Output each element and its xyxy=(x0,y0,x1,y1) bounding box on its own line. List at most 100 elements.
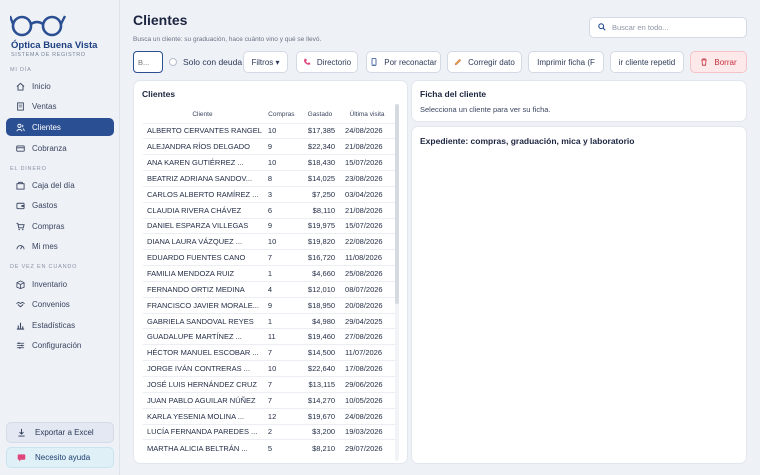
table-row[interactable]: FERNANDO ORTIZ MEDINA 4 $12,010 08/07/2026 xyxy=(143,280,395,298)
page-subtitle: Busca un cliente: su graduación, hace cu… xyxy=(133,36,322,43)
sidebar-item-label: Clientes xyxy=(32,122,61,132)
cell-gastado: $3,200 xyxy=(300,423,340,440)
clients-panel: Clientes Cliente Compras Gastado Última … xyxy=(133,80,408,464)
clients-panel-title: Clientes xyxy=(142,89,176,99)
cell-ultima-visita: 11/07/2026 xyxy=(339,344,395,361)
cell-compras: 9 xyxy=(261,217,301,234)
print-card-button[interactable]: Imprimir ficha (F xyxy=(528,51,604,73)
cell-cliente: MARTHA ALICIA BELTRÁN ... xyxy=(143,439,262,456)
table-row[interactable]: EDUARDO FUENTES CANO 7 $16,720 11/08/2026 xyxy=(143,249,395,266)
clients-scrollbar-thumb[interactable] xyxy=(395,104,399,304)
table-row[interactable]: GUADALUPE MARTÍNEZ ... 11 $19,460 27/08/202… xyxy=(143,328,395,345)
table-row[interactable]: FRANCISCO JAVIER MORALE... 9 $18,950 20/08/… xyxy=(143,296,395,314)
table-row[interactable]: MARTHA ALICIA BELTRÁN ... 5 $8,210 29/07/20… xyxy=(143,439,395,456)
fix-data-button[interactable]: Corregir dato xyxy=(447,51,522,73)
cell-cliente: FERNANDO ORTIZ MEDINA xyxy=(143,280,262,298)
cell-compras: 5 xyxy=(261,439,301,456)
trash-icon xyxy=(700,58,708,66)
sidebar-item-compras[interactable]: Compras xyxy=(6,217,114,235)
cell-ultima-visita: 15/07/2026 xyxy=(339,154,395,171)
pencil-icon xyxy=(454,58,462,66)
table-row[interactable]: HÉCTOR MANUEL ESCOBAR ... 7 $14,500 11/07/2… xyxy=(143,344,395,361)
cell-ultima-visita: 22/08/2026 xyxy=(339,233,395,250)
cell-compras: 6 xyxy=(261,201,301,219)
cell-cliente: JORGE IVÁN CONTRERAS ... xyxy=(143,360,262,377)
cell-compras: 7 xyxy=(261,376,301,393)
cell-cliente: GABRIELA SANDOVAL REYES xyxy=(143,312,262,329)
sidebar-item-gastos[interactable]: Gastos xyxy=(6,196,114,214)
export-excel-label: Exportar a Excel xyxy=(35,428,94,437)
cell-compras: 2 xyxy=(261,423,301,440)
table-row[interactable]: LUCÍA FERNANDA PAREDES ... 2 $3,200 19/03/2… xyxy=(143,423,395,440)
cell-gastado: $18,950 xyxy=(300,296,340,314)
table-row[interactable]: JORGE IVÁN CONTRERAS ... 10 $22,640 17/08/2… xyxy=(143,360,395,377)
only-debt-toggle[interactable]: Solo con deuda xyxy=(169,57,242,67)
column-header-cliente[interactable]: Cliente xyxy=(143,107,262,123)
table-row[interactable]: DANIEL ESPARZA VILLEGAS 9 $19,975 15/07/202… xyxy=(143,217,395,234)
table-row[interactable]: ANA KAREN GUTIÉRREZ ... 10 $18,430 15/07/20… xyxy=(143,154,395,171)
cell-gastado: $22,340 xyxy=(300,138,340,155)
cell-compras: 10 xyxy=(261,154,301,171)
gauge-icon xyxy=(15,241,25,251)
section-de-vez-en-cuando: DE VEZ EN CUANDO xyxy=(10,264,78,270)
recontact-button[interactable]: Por reconactar xyxy=(366,51,441,73)
sidebar-item-configuracion[interactable]: Configuración xyxy=(6,336,114,354)
sidebar-item-inicio[interactable]: Inicio xyxy=(6,77,114,95)
phone-icon xyxy=(303,58,311,66)
directory-button[interactable]: Directorio xyxy=(296,51,358,73)
cash-box-icon xyxy=(15,180,25,190)
table-row[interactable]: GABRIELA SANDOVAL REYES 1 $4,980 29/04/2025 xyxy=(143,312,395,329)
table-row[interactable]: BEATRIZ ADRIANA SANDOV... 8 $14,025 23/08/2… xyxy=(143,170,395,187)
column-header-ultima-visita[interactable]: Última visita xyxy=(339,107,395,123)
sidebar-item-ventas[interactable]: Ventas xyxy=(6,97,114,115)
merge-repeated-button[interactable]: ir cliente repetid xyxy=(610,51,684,73)
table-row[interactable]: DIANA LAURA VÁZQUEZ ... 10 $19,820 22/08/20… xyxy=(143,233,395,250)
cell-ultima-visita: 29/06/2026 xyxy=(339,376,395,393)
table-header-row: Cliente Compras Gastado Última visita xyxy=(143,107,395,123)
client-search-input[interactable] xyxy=(133,51,163,73)
sidebar-item-clientes[interactable]: Clientes xyxy=(6,118,114,136)
table-row[interactable]: JUAN PABLO AGUILAR NÚÑEZ 7 $14,270 10/05/20… xyxy=(143,391,395,409)
delete-button[interactable]: Borrar xyxy=(690,51,747,73)
table-row[interactable]: JOSÉ LUIS HERNÁNDEZ CRUZ 7 $13,115 29/06/20… xyxy=(143,376,395,393)
only-debt-label: Solo con deuda xyxy=(183,57,243,67)
sidebar-item-cobranza[interactable]: Cobranza xyxy=(6,139,114,157)
cell-gastado: $13,115 xyxy=(300,376,340,393)
page-title: Clientes xyxy=(133,12,188,28)
table-row[interactable]: ALBERTO CERVANTES RANGEL 10 $17,385 24/08/2… xyxy=(143,122,395,139)
table-row[interactable]: KARLA YESENIA MOLINA ... 12 $19,670 24/08/2… xyxy=(143,407,395,425)
sidebar-item-mi-mes[interactable]: Mi mes xyxy=(6,237,114,255)
cell-gastado: $4,980 xyxy=(300,312,340,329)
filters-button[interactable]: Filtros ▾ xyxy=(243,51,288,73)
only-debt-checkbox[interactable] xyxy=(169,58,177,66)
column-header-gastado[interactable]: Gastado xyxy=(301,107,339,123)
cell-cliente: JUAN PABLO AGUILAR NÚÑEZ xyxy=(143,391,262,409)
table-row[interactable]: CARLOS ALBERTO RAMÍREZ ... 3 $7,250 03/04/2… xyxy=(143,185,395,203)
export-excel-button[interactable]: Exportar a Excel xyxy=(6,422,114,443)
table-row[interactable]: ALEJANDRA RÍOS DELGADO 9 $22,340 21/08/2026 xyxy=(143,138,395,155)
cell-ultima-visita: 24/08/2026 xyxy=(339,122,395,139)
sidebar-item-convenios[interactable]: Convenios xyxy=(6,295,114,313)
cell-cliente: DANIEL ESPARZA VILLEGAS xyxy=(143,217,262,234)
cell-gastado: $16,720 xyxy=(300,249,340,266)
section-mi-dia: MI DÍA xyxy=(10,67,32,73)
cell-ultima-visita: 29/04/2025 xyxy=(339,312,395,329)
cell-ultima-visita: 21/08/2026 xyxy=(339,138,395,155)
global-search-input[interactable] xyxy=(612,23,742,32)
print-card-label: Imprimir ficha (F xyxy=(537,57,595,67)
mobile-phone-icon xyxy=(370,58,378,66)
cell-cliente: ALEJANDRA RÍOS DELGADO xyxy=(143,138,262,155)
merge-repeated-label: ir cliente repetid xyxy=(618,57,676,67)
table-row[interactable]: CLAUDIA RIVERA CHÁVEZ 6 $8,110 21/08/2026 xyxy=(143,201,395,219)
global-search[interactable] xyxy=(589,17,747,38)
brand-name: Óptica Buena Vista xyxy=(11,40,98,51)
cart-icon xyxy=(15,221,25,231)
cell-gastado: $14,270 xyxy=(300,391,340,409)
sidebar-item-caja[interactable]: Caja del día xyxy=(6,176,114,194)
cell-cliente: DIANA LAURA VÁZQUEZ ... xyxy=(143,233,262,250)
sidebar-item-estadisticas[interactable]: Estadísticas xyxy=(6,316,114,334)
sidebar-item-inventario[interactable]: Inventario xyxy=(6,275,114,293)
column-header-compras[interactable]: Compras xyxy=(262,107,301,123)
help-button[interactable]: Necesito ayuda xyxy=(6,447,114,468)
table-row[interactable]: FAMILIA MENDOZA RUIZ 1 $4,660 25/08/2026 xyxy=(143,265,395,282)
